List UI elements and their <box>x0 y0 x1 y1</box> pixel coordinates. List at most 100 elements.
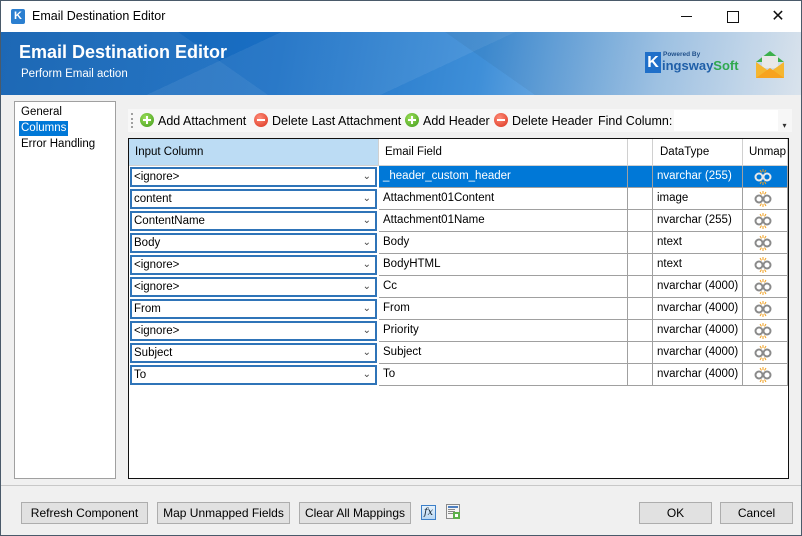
table-row[interactable]: <ignore> ⌄ Cc nvarchar (4000) <box>129 276 788 298</box>
input-column-dropdown[interactable]: Subject ⌄ <box>130 343 377 363</box>
unmap-cell[interactable] <box>743 254 788 276</box>
input-column-dropdown[interactable]: <ignore> ⌄ <box>130 277 377 297</box>
chevron-down-icon[interactable]: ⌄ <box>363 191 371 207</box>
chevron-down-icon[interactable]: ⌄ <box>363 235 371 251</box>
email-field-cell[interactable]: Body <box>379 232 628 254</box>
chevron-down-icon[interactable]: ⌄ <box>363 257 371 273</box>
unmap-cell[interactable] <box>743 166 788 188</box>
map-unmapped-fields-button[interactable]: Map Unmapped Fields <box>157 502 290 524</box>
email-field-cell[interactable]: To <box>379 364 628 386</box>
chevron-down-icon[interactable]: ⌄ <box>363 301 371 317</box>
table-row[interactable]: <ignore> ⌄ _header_custom_header nvarcha… <box>129 166 788 188</box>
table-row[interactable]: To ⌄ To nvarchar (4000) <box>129 364 788 386</box>
blank-cell <box>628 298 653 320</box>
input-column-dropdown[interactable]: <ignore> ⌄ <box>130 255 377 275</box>
nav-item-columns[interactable]: Columns <box>19 121 69 136</box>
input-column-dropdown[interactable]: ContentName ⌄ <box>130 211 377 231</box>
table-row[interactable]: ContentName ⌄ Attachment01Name nvarchar … <box>129 210 788 232</box>
table-row[interactable]: From ⌄ From nvarchar (4000) <box>129 298 788 320</box>
nav-item-error-handling[interactable]: Error Handling <box>19 137 97 152</box>
add-attachment-button[interactable]: Add Attachment <box>140 113 246 129</box>
email-field-cell[interactable]: Priority <box>379 320 628 342</box>
header-input-column[interactable]: Input Column <box>129 139 379 166</box>
unmap-cell[interactable] <box>743 232 788 254</box>
delete-last-attachment-button[interactable]: Delete Last Attachment <box>254 113 401 129</box>
expression-fx-icon[interactable]: fx <box>421 505 436 520</box>
table-row[interactable]: <ignore> ⌄ Priority nvarchar (4000) <box>129 320 788 342</box>
unmap-cell[interactable] <box>743 342 788 364</box>
chevron-down-icon[interactable]: ⌄ <box>363 323 371 339</box>
chevron-down-icon[interactable]: ⌄ <box>363 367 371 383</box>
delete-header-button[interactable]: Delete Header <box>494 113 593 129</box>
unlink-chain-icon[interactable] <box>754 191 772 207</box>
unmap-cell[interactable] <box>743 188 788 210</box>
table-row[interactable]: Subject ⌄ Subject nvarchar (4000) <box>129 342 788 364</box>
email-field-cell[interactable]: From <box>379 298 628 320</box>
email-field-cell[interactable]: Attachment01Name <box>379 210 628 232</box>
add-header-button[interactable]: Add Header <box>405 113 490 129</box>
unlink-chain-icon[interactable] <box>754 301 772 317</box>
input-column-dropdown[interactable]: content ⌄ <box>130 189 377 209</box>
unmap-cell[interactable] <box>743 364 788 386</box>
header-email-field[interactable]: Email Field <box>379 139 628 166</box>
input-column-cell: Body ⌄ <box>129 232 379 254</box>
refresh-component-button[interactable]: Refresh Component <box>21 502 148 524</box>
unmap-cell[interactable] <box>743 210 788 232</box>
unmap-cell[interactable] <box>743 298 788 320</box>
email-field-cell[interactable]: Subject <box>379 342 628 364</box>
input-column-cell: From ⌄ <box>129 298 379 320</box>
unlink-chain-icon[interactable] <box>754 235 772 251</box>
unlink-chain-icon[interactable] <box>754 257 772 273</box>
unmap-cell[interactable] <box>743 276 788 298</box>
cancel-button[interactable]: Cancel <box>720 502 793 524</box>
header-data-type[interactable]: DataType <box>653 139 743 166</box>
input-column-dropdown[interactable]: <ignore> ⌄ <box>130 167 377 187</box>
table-row[interactable]: Body ⌄ Body ntext <box>129 232 788 254</box>
close-button[interactable]: ✕ <box>755 1 801 32</box>
input-column-cell: <ignore> ⌄ <box>129 276 379 298</box>
unlink-chain-icon[interactable] <box>754 345 772 361</box>
blank-cell <box>628 166 653 188</box>
unmap-cell[interactable] <box>743 320 788 342</box>
find-column-input[interactable] <box>674 110 778 131</box>
input-column-dropdown[interactable]: To ⌄ <box>130 365 377 385</box>
chevron-down-icon[interactable]: ⌄ <box>363 169 371 185</box>
add-circle-icon <box>405 113 419 127</box>
data-type-cell: ntext <box>653 232 743 254</box>
input-column-dropdown[interactable]: Body ⌄ <box>130 233 377 253</box>
export-grid-icon[interactable] <box>446 504 461 520</box>
unlink-chain-icon[interactable] <box>754 367 772 383</box>
email-field-cell[interactable]: Cc <box>379 276 628 298</box>
table-row[interactable]: content ⌄ Attachment01Content image <box>129 188 788 210</box>
chevron-down-icon[interactable]: ⌄ <box>363 345 371 361</box>
minimize-button[interactable] <box>663 1 709 32</box>
input-column-cell: <ignore> ⌄ <box>129 166 379 188</box>
email-field-cell[interactable]: Attachment01Content <box>379 188 628 210</box>
maximize-button[interactable] <box>709 1 755 32</box>
email-field-cell[interactable]: _header_custom_header <box>379 166 628 188</box>
nav-item-general[interactable]: General <box>19 105 64 120</box>
email-destination-editor-window: K Email Destination Editor ✕ Email Desti… <box>0 0 802 536</box>
header-unmap[interactable]: Unmap <box>743 139 788 166</box>
unlink-chain-icon[interactable] <box>754 213 772 229</box>
input-column-dropdown[interactable]: <ignore> ⌄ <box>130 321 377 341</box>
toolbar-overflow-icon[interactable]: ▾ <box>780 121 789 130</box>
blank-cell <box>628 210 653 232</box>
chevron-down-icon[interactable]: ⌄ <box>363 279 371 295</box>
chevron-down-icon[interactable]: ⌄ <box>363 213 371 229</box>
input-column-value: To <box>134 369 147 381</box>
footer-divider <box>1 485 801 486</box>
ok-button[interactable]: OK <box>639 502 712 524</box>
unlink-chain-icon[interactable] <box>754 169 772 185</box>
unlink-chain-icon[interactable] <box>754 279 772 295</box>
unlink-chain-icon[interactable] <box>754 323 772 339</box>
input-column-dropdown[interactable]: From ⌄ <box>130 299 377 319</box>
logo-name-accent: Soft <box>713 58 739 73</box>
email-field-cell[interactable]: BodyHTML <box>379 254 628 276</box>
toolbar-grip-handle[interactable] <box>131 113 133 128</box>
input-column-value: <ignore> <box>134 171 180 183</box>
clear-all-mappings-button[interactable]: Clear All Mappings <box>299 502 411 524</box>
table-row[interactable]: <ignore> ⌄ BodyHTML ntext <box>129 254 788 276</box>
data-type-cell: nvarchar (4000) <box>653 342 743 364</box>
close-icon: ✕ <box>771 8 785 25</box>
